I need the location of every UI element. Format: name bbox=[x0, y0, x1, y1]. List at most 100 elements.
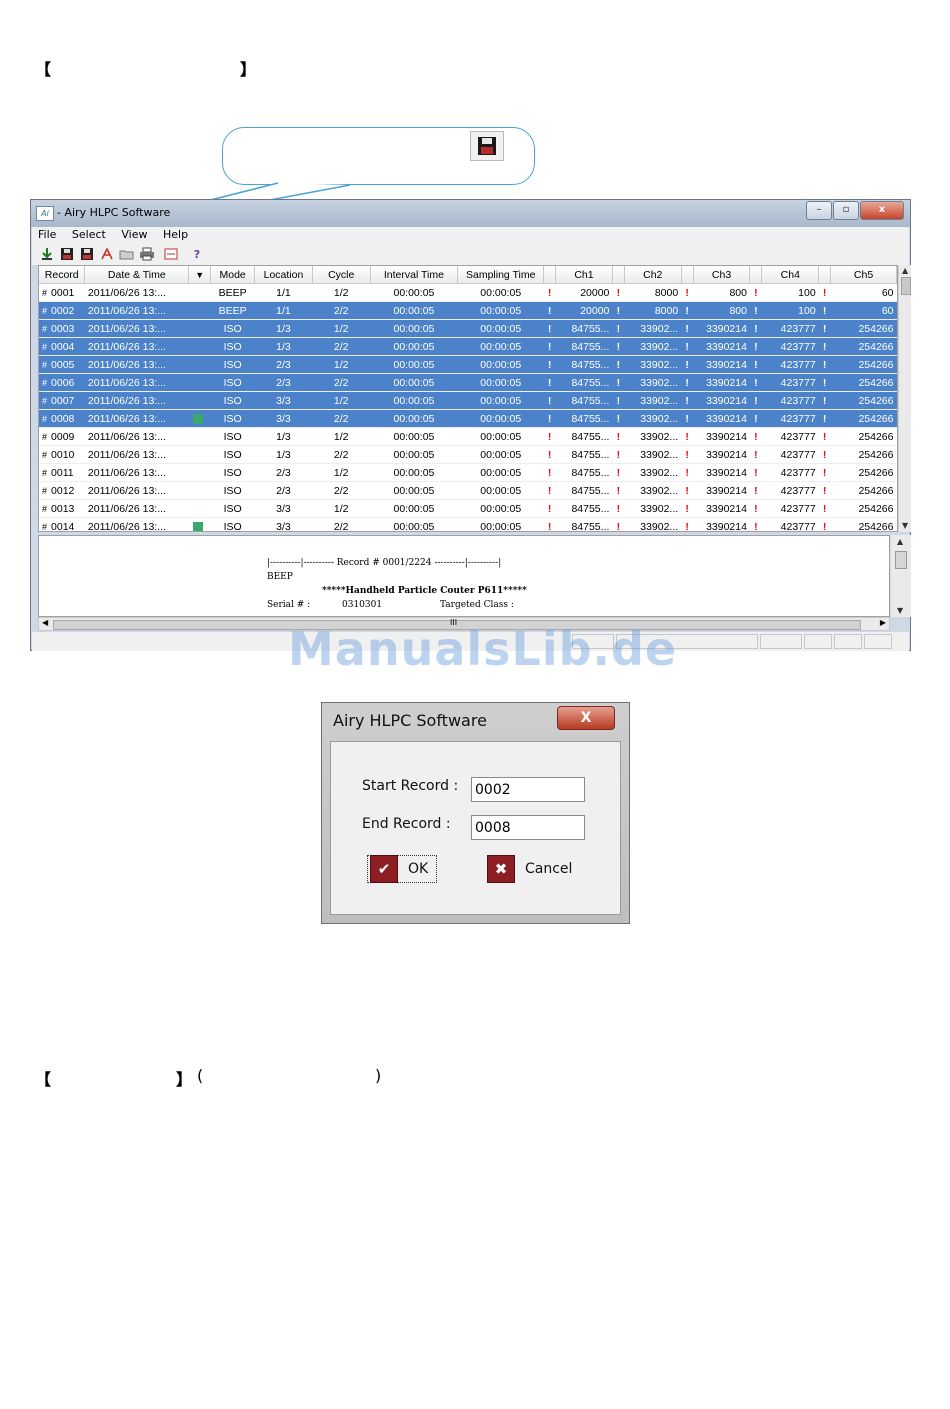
table-row[interactable]: #0006 2011/06/26 13:... ISO 2/3 2/2 00:00:05 0… bbox=[39, 373, 897, 392]
column-header[interactable]: Ch3 bbox=[693, 266, 751, 284]
ch3-cell: 800 bbox=[693, 283, 750, 302]
date-time-cell: 2011/06/26 13:... bbox=[84, 373, 189, 392]
column-header[interactable] bbox=[612, 266, 625, 284]
column-header[interactable]: Ch1 bbox=[555, 266, 613, 284]
interval-time-cell: 00:00:05 bbox=[370, 355, 458, 374]
ch4-cell: 423777 bbox=[761, 463, 819, 482]
ch2-cell: 33902... bbox=[624, 517, 682, 531]
close-button[interactable]: x bbox=[860, 201, 904, 220]
records-grid[interactable]: Record Date & Time ▼ Mode Location Cycle Inter… bbox=[38, 265, 898, 532]
column-header[interactable]: ▼ bbox=[188, 266, 212, 284]
scroll-left-icon[interactable]: ◀ bbox=[42, 618, 48, 627]
menu-select[interactable]: Select bbox=[66, 227, 112, 241]
ch1-cell: 84755... bbox=[555, 427, 613, 446]
column-header[interactable]: Interval Time bbox=[370, 266, 459, 284]
maximize-button[interactable]: ▫ bbox=[833, 201, 859, 220]
title-bar[interactable]: Ai - Airy HLPC Software – ▫ x bbox=[31, 200, 910, 227]
dialog-close-button[interactable]: X bbox=[557, 706, 615, 730]
scroll-up-arrow-icon[interactable]: ▲ bbox=[902, 266, 908, 275]
column-header[interactable]: Mode bbox=[210, 266, 256, 284]
column-header[interactable]: Ch2 bbox=[624, 266, 682, 284]
print-icon[interactable] bbox=[138, 246, 156, 262]
column-header[interactable]: Sampling Time bbox=[457, 266, 545, 284]
table-row[interactable]: #0012 2011/06/26 13:... ISO 2/3 2/2 00:00:05 0… bbox=[39, 481, 897, 500]
row-marker-icon: # bbox=[42, 485, 48, 496]
download-icon[interactable] bbox=[38, 246, 56, 262]
alarm-flag-icon: ! bbox=[681, 337, 694, 356]
paren-open: ( bbox=[197, 1066, 204, 1085]
menu-bar: File Select View Help bbox=[32, 227, 909, 243]
table-row[interactable]: #0004 2011/06/26 13:... ISO 1/3 2/2 00:00:05 0… bbox=[39, 337, 897, 356]
filter-icon[interactable]: ▼ bbox=[195, 270, 204, 280]
bracket-close-top: 】 bbox=[240, 60, 257, 79]
end-record-input[interactable] bbox=[471, 815, 585, 840]
table-row[interactable]: #0010 2011/06/26 13:... ISO 1/3 2/2 00:00:05 0… bbox=[39, 445, 897, 464]
menu-file[interactable]: File bbox=[32, 227, 62, 241]
alarm-flag-icon: ! bbox=[749, 355, 762, 374]
preview-scroll-down-icon[interactable]: ▼ bbox=[897, 606, 903, 615]
preview-vertical-scrollbar[interactable]: ▲ ▼ bbox=[891, 535, 911, 617]
table-row[interactable]: #0005 2011/06/26 13:... ISO 2/3 1/2 00:00:05 0… bbox=[39, 355, 897, 374]
column-header[interactable]: Ch5 bbox=[830, 266, 897, 284]
table-row[interactable]: #0008 2011/06/26 13:... ISO 3/3 2/2 00:00:05 0… bbox=[39, 409, 897, 428]
column-header[interactable]: Ch4 bbox=[761, 266, 820, 284]
ch4-cell: 423777 bbox=[761, 409, 819, 428]
cycle-cell: 1/2 bbox=[312, 427, 371, 446]
date-time-cell: 2011/06/26 13:... bbox=[84, 463, 189, 482]
preview-scroll-thumb[interactable] bbox=[895, 551, 907, 569]
ch1-cell: 84755... bbox=[555, 319, 613, 338]
settings-icon[interactable] bbox=[162, 246, 180, 262]
interval-time-cell: 00:00:05 bbox=[370, 445, 458, 464]
record-cell: #0002 bbox=[39, 301, 85, 320]
cancel-button[interactable]: ✖ Cancel bbox=[487, 854, 572, 884]
table-row[interactable]: #0011 2011/06/26 13:... ISO 2/3 1/2 00:00:05 0… bbox=[39, 463, 897, 482]
row-marker-icon: # bbox=[42, 323, 48, 334]
scroll-right-icon[interactable]: ▶ bbox=[880, 618, 886, 627]
alarm-flag-icon: ! bbox=[612, 445, 625, 464]
column-header[interactable]: Location bbox=[254, 266, 313, 284]
date-time-cell: 2011/06/26 13:... bbox=[84, 427, 189, 446]
table-row[interactable]: #0014 2011/06/26 13:... ISO 3/3 2/2 00:00:05 0… bbox=[39, 517, 897, 531]
table-row[interactable]: #0003 2011/06/26 13:... ISO 1/3 1/2 00:00:05 0… bbox=[39, 319, 897, 338]
table-row[interactable]: #0007 2011/06/26 13:... ISO 3/3 1/2 00:00:05 0… bbox=[39, 391, 897, 410]
mode-cell: ISO bbox=[210, 463, 255, 482]
date-time-cell: 2011/06/26 13:... bbox=[84, 283, 189, 302]
cycle-cell: 1/2 bbox=[312, 355, 371, 374]
save-icon[interactable] bbox=[58, 246, 76, 262]
preview-scroll-up-icon[interactable]: ▲ bbox=[897, 537, 903, 546]
table-row[interactable]: #0002 2011/06/26 13:... BEEP 1/1 2/2 00:00:05… bbox=[39, 301, 897, 320]
save-selected-icon[interactable] bbox=[78, 246, 96, 262]
alarm-flag-icon: ! bbox=[543, 445, 556, 464]
open-folder-icon[interactable] bbox=[118, 246, 136, 262]
ok-button[interactable]: ✔ OK bbox=[367, 854, 438, 884]
table-row[interactable]: #0001 2011/06/26 13:... BEEP 1/1 1/2 00:00:05… bbox=[39, 283, 897, 302]
alarm-flag-icon: ! bbox=[818, 391, 831, 410]
pdf-icon[interactable] bbox=[98, 246, 116, 262]
scroll-down-arrow-icon[interactable]: ▼ bbox=[902, 521, 908, 530]
grid-vertical-scrollbar[interactable]: ▲ ▼ bbox=[898, 265, 911, 532]
mode-cell: ISO bbox=[210, 319, 255, 338]
table-row[interactable]: #0013 2011/06/26 13:... ISO 3/3 1/2 00:00:05 0… bbox=[39, 499, 897, 518]
column-header[interactable]: Cycle bbox=[312, 266, 371, 284]
ch4-cell: 100 bbox=[761, 283, 819, 302]
minimize-button[interactable]: – bbox=[806, 201, 832, 220]
column-header[interactable] bbox=[749, 266, 763, 284]
record-cell bbox=[188, 301, 211, 320]
menu-view[interactable]: View bbox=[115, 227, 153, 241]
column-header[interactable] bbox=[818, 266, 832, 284]
cancel-label: Cancel bbox=[525, 861, 573, 877]
ch5-cell: 254266 bbox=[830, 517, 897, 531]
column-header[interactable]: Record bbox=[39, 266, 86, 284]
record-number: 0001 bbox=[51, 286, 75, 299]
table-row[interactable]: #0009 2011/06/26 13:... ISO 1/3 1/2 00:00:05 0… bbox=[39, 427, 897, 446]
scroll-thumb[interactable] bbox=[901, 277, 911, 295]
menu-help[interactable]: Help bbox=[157, 227, 194, 241]
column-header[interactable]: Date & Time bbox=[84, 266, 190, 284]
help-icon[interactable]: ? bbox=[188, 246, 206, 262]
ch2-cell: 33902... bbox=[624, 427, 682, 446]
column-header[interactable] bbox=[543, 266, 557, 284]
record-number: 0012 bbox=[51, 484, 75, 497]
column-header[interactable] bbox=[681, 266, 694, 284]
ch4-cell: 423777 bbox=[761, 445, 819, 464]
start-record-input[interactable] bbox=[471, 777, 585, 802]
